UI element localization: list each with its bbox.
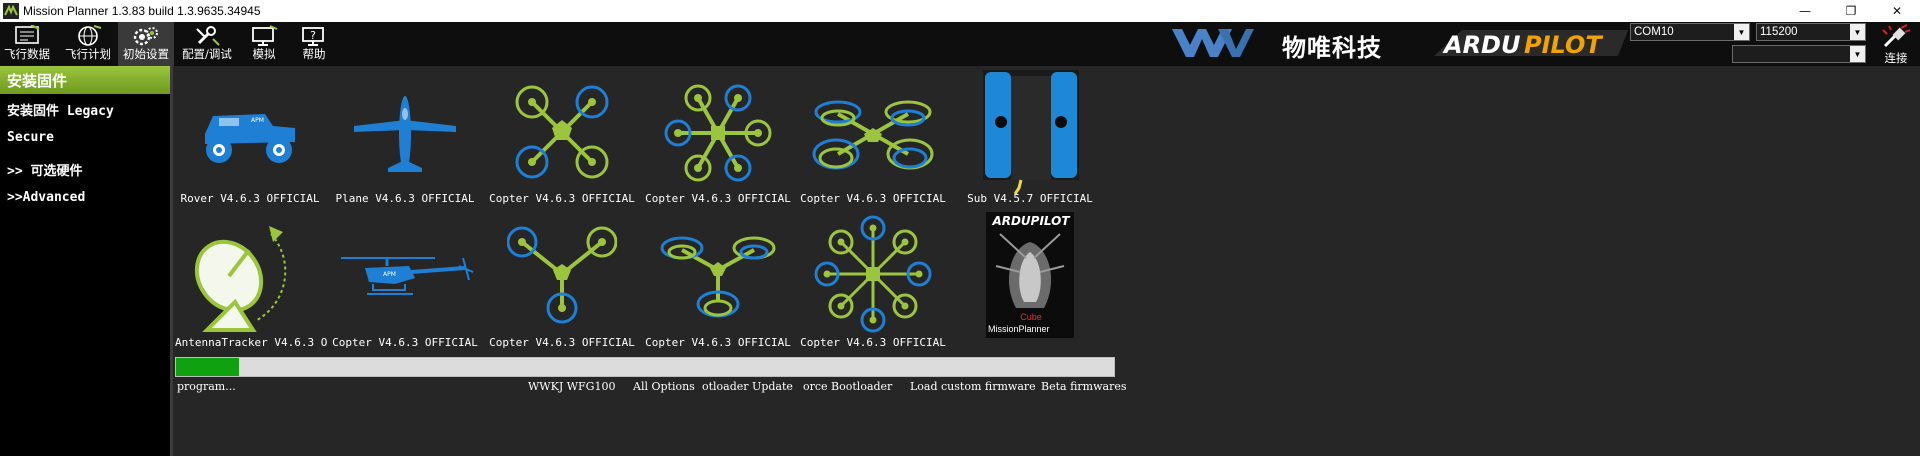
toolbar-label: 飞行数据 — [4, 47, 50, 61]
tricopter-icon — [507, 226, 617, 324]
firmware-progress-bar — [175, 357, 1115, 377]
sidebar-item-optional-hardware[interactable]: >> 可选硬件 — [0, 160, 170, 179]
load-custom-firmware-link[interactable]: Load custom firmware — [910, 380, 1036, 393]
sub-icon — [983, 70, 1079, 195]
firmware-copter-hexa[interactable]: Copter V4.6.3 OFFICIAL — [643, 70, 793, 210]
status-text: program... — [177, 380, 236, 393]
firmware-copter-heli[interactable]: APM Copter V4.6.3 OFFICIAL — [330, 212, 480, 352]
svg-text:ARDU: ARDU — [1442, 31, 1520, 59]
firmware-label: Copter V4.6.3 OFFICIAL — [800, 192, 946, 205]
antenna-tracker-icon — [194, 226, 287, 332]
firmware-label: Copter V4.6.3 OFFICIAL — [645, 192, 791, 205]
svg-text:PILOT: PILOT — [1524, 31, 1603, 59]
quad-x-icon — [515, 85, 609, 179]
simulation-icon — [252, 25, 278, 46]
toolbar-flight-plan[interactable]: 飞行计划 — [62, 22, 114, 66]
firmware-rover[interactable]: APM Rover V4.6.3 OFFICIAL — [175, 70, 325, 210]
firmware-copter-quad-x[interactable]: Copter V4.6.3 OFFICIAL — [487, 70, 637, 210]
toolbar-label: 初始设置 — [123, 47, 169, 61]
close-button[interactable]: ✕ — [1874, 0, 1920, 22]
plug-icon — [1882, 24, 1911, 48]
setup-sidebar: 安装固件 安装固件 Legacy Secure >> 可选硬件 >>Advanc… — [0, 66, 170, 456]
beta-firmwares-link[interactable]: Beta firmwares — [1041, 380, 1126, 393]
toolbar-label: 配置/调试 — [182, 47, 232, 61]
rover-icon: APM — [205, 114, 295, 163]
bootloader-update-link[interactable]: otloader Update — [702, 380, 793, 393]
firmware-label: Plane V4.6.3 OFFICIAL — [335, 192, 475, 205]
firmware-label: Copter V4.6.3 OFFICIAL — [489, 192, 635, 205]
toolbar-flight-data[interactable]: 飞行数据 — [2, 22, 52, 66]
firmware-copter-octa[interactable]: Copter V4.6.3 OFFICIAL — [798, 212, 948, 352]
cube-label: Cube — [1020, 312, 1042, 322]
toolbar-simulation[interactable]: 模拟 — [244, 22, 284, 66]
sidebar-divider — [170, 66, 173, 456]
flight-data-icon — [15, 25, 40, 44]
restore-button[interactable]: ❐ — [1828, 0, 1874, 22]
all-options-link[interactable]: All Options — [633, 380, 695, 393]
svg-text:APM: APM — [251, 117, 264, 124]
firmware-antenna-tracker[interactable]: AntennaTracker V4.6.3 O — [175, 212, 328, 352]
com-port-value: COM10 — [1634, 26, 1674, 38]
sidebar-item-install-firmware-legacy[interactable]: 安装固件 Legacy — [0, 100, 170, 119]
connect-button[interactable]: 连接 — [1876, 24, 1916, 66]
wwkj-logo-icon — [1172, 29, 1254, 57]
svg-text:APM: APM — [383, 271, 396, 278]
mission-planner-window: Mission Planner 1.3.83 build 1.3.9635.34… — [0, 0, 1920, 456]
chevron-down-icon[interactable]: ▼ — [1850, 46, 1865, 62]
flight-plan-icon — [78, 25, 102, 46]
plane-icon — [354, 96, 456, 172]
sidebar-item-advanced[interactable]: >>Advanced — [0, 190, 170, 205]
toolbar-initial-setup[interactable]: 初始设置 — [118, 22, 174, 66]
svg-text:?: ? — [310, 29, 316, 42]
config-tuning-icon — [196, 26, 220, 46]
cube-ardupilot-text: ARDUPILOT — [992, 214, 1070, 228]
firmware-cube-custom[interactable]: ARDUPILOT Cube MissionPlanner — [955, 212, 1105, 352]
chevron-down-icon[interactable]: ▼ — [1734, 24, 1749, 40]
ardupilot-logo: ARDU PILOT — [1434, 30, 1628, 59]
toolbar-label: 模拟 — [252, 47, 276, 61]
baud-rate-value: 115200 — [1760, 26, 1798, 38]
com-port-select[interactable]: COM10 ▼ — [1630, 23, 1750, 41]
firmware-label: Copter V4.6.3 OFFICIAL — [800, 336, 946, 349]
main-toolbar: 飞行数据 飞行计划 初始设置 配置/调试 模拟 ? 帮助 物唯科技 ARDU P… — [0, 22, 1920, 66]
force-bootloader-link[interactable]: orce Bootloader — [803, 380, 892, 393]
firmware-label: Rover V4.6.3 OFFICIAL — [180, 192, 320, 205]
app-logo-icon — [3, 3, 19, 19]
firmware-label: AntennaTracker V4.6.3 O — [175, 336, 328, 349]
toolbar-label: 飞行计划 — [65, 47, 111, 61]
firmware-copter-y6-coax[interactable]: Copter V4.6.3 OFFICIAL — [798, 70, 948, 210]
connection-options-select[interactable]: ▼ — [1732, 45, 1866, 63]
firmware-copter-y6[interactable]: Copter V4.6.3 OFFICIAL — [643, 212, 793, 352]
window-controls: — ❐ ✕ — [1782, 0, 1920, 22]
initial-setup-icon — [133, 27, 158, 46]
firmware-plane[interactable]: Plane V4.6.3 OFFICIAL — [330, 70, 480, 210]
connect-label: 连接 — [1884, 51, 1908, 65]
firmware-label: Copter V4.6.3 OFFICIAL — [645, 336, 791, 349]
help-icon: ? — [302, 27, 324, 46]
octa-icon — [814, 215, 932, 333]
brand-name: 物唯科技 — [1282, 34, 1382, 62]
toolbar-help[interactable]: ? 帮助 — [294, 22, 334, 66]
minimize-button[interactable]: — — [1782, 0, 1828, 22]
firmware-copter-tri[interactable]: Copter V4.6.3 OFFICIAL — [487, 212, 637, 352]
progress-fill — [176, 358, 239, 376]
wwkj-link[interactable]: WWKJ WFG100 — [528, 380, 615, 393]
baud-rate-select[interactable]: 115200 ▼ — [1756, 23, 1866, 41]
coax-quad-icon — [812, 100, 934, 170]
firmware-label: Copter V4.6.3 OFFICIAL — [489, 336, 635, 349]
toolbar-config-tuning[interactable]: 配置/调试 — [178, 22, 236, 66]
firmware-label: Sub V4.5.7 OFFICIAL — [967, 192, 1093, 205]
y6-icon — [660, 236, 776, 318]
title-bar: Mission Planner 1.3.83 build 1.3.9635.34… — [0, 0, 1920, 22]
firmware-sub[interactable]: Sub V4.5.7 OFFICIAL — [955, 70, 1105, 210]
sidebar-item-install-firmware[interactable]: 安装固件 — [0, 66, 170, 94]
chevron-down-icon[interactable]: ▼ — [1850, 24, 1865, 40]
cube-mission-planner-text: MissionPlanner — [988, 324, 1050, 334]
helicopter-icon: APM — [341, 257, 474, 295]
window-title: Mission Planner 1.3.83 build 1.3.9635.34… — [23, 4, 261, 18]
firmware-label: Copter V4.6.3 OFFICIAL — [332, 336, 478, 349]
hexa-icon — [664, 84, 772, 182]
toolbar-label: 帮助 — [302, 47, 326, 61]
sidebar-item-secure[interactable]: Secure — [0, 130, 170, 145]
